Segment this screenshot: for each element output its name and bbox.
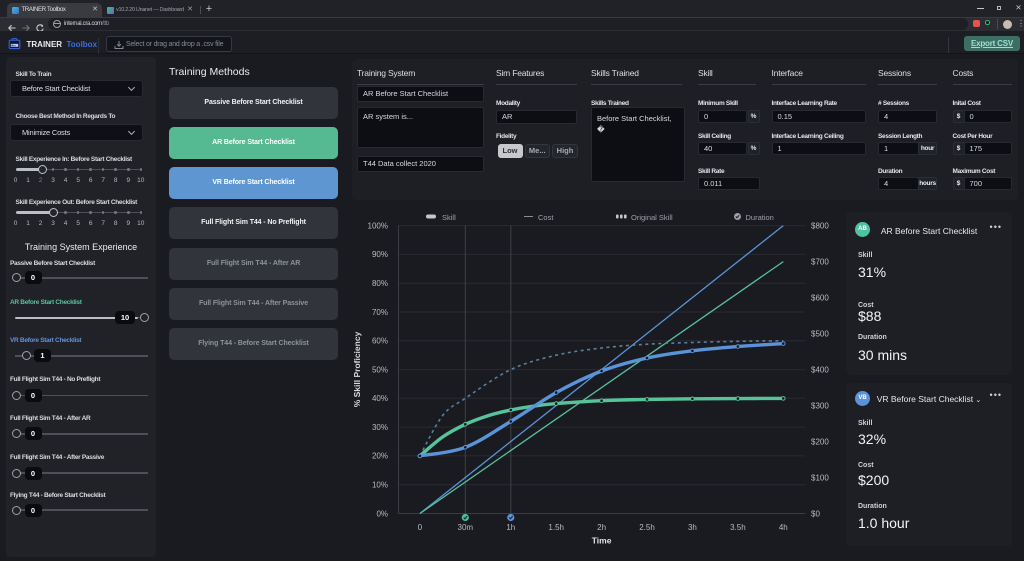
svg-text:30%: 30% [372, 423, 388, 432]
svg-text:$0: $0 [811, 509, 820, 518]
svg-text:30m: 30m [458, 523, 474, 532]
svg-text:Cost: Cost [538, 213, 554, 222]
svg-text:40%: 40% [372, 394, 388, 403]
svg-text:1.5h: 1.5h [548, 523, 564, 532]
svg-text:0%: 0% [376, 509, 388, 518]
svg-text:$500: $500 [811, 329, 829, 338]
svg-text:80%: 80% [372, 279, 388, 288]
svg-text:Duration: Duration [746, 213, 774, 222]
svg-text:$700: $700 [811, 257, 829, 266]
svg-text:% Skill Proficiency: % Skill Proficiency [352, 331, 362, 407]
svg-text:$300: $300 [811, 401, 829, 410]
svg-text:$400: $400 [811, 365, 829, 374]
svg-text:70%: 70% [372, 308, 388, 317]
svg-text:1h: 1h [506, 523, 515, 532]
svg-text:$200: $200 [811, 437, 829, 446]
svg-text:20%: 20% [372, 452, 388, 461]
svg-text:3.5h: 3.5h [730, 523, 746, 532]
svg-text:2.5h: 2.5h [639, 523, 655, 532]
svg-text:0: 0 [418, 523, 423, 532]
svg-text:3h: 3h [688, 523, 697, 532]
svg-text:4h: 4h [779, 523, 788, 532]
svg-text:90%: 90% [372, 250, 388, 259]
svg-text:Skill: Skill [442, 213, 456, 222]
svg-text:50%: 50% [372, 365, 388, 374]
svg-text:$100: $100 [811, 473, 829, 482]
svg-text:100%: 100% [368, 221, 388, 230]
svg-text:Time: Time [592, 536, 612, 546]
svg-text:10%: 10% [372, 481, 388, 490]
svg-text:$800: $800 [811, 221, 829, 230]
svg-text:2h: 2h [597, 523, 606, 532]
svg-text:Original Skill: Original Skill [631, 213, 673, 222]
svg-text:60%: 60% [372, 337, 388, 346]
svg-text:$600: $600 [811, 293, 829, 302]
